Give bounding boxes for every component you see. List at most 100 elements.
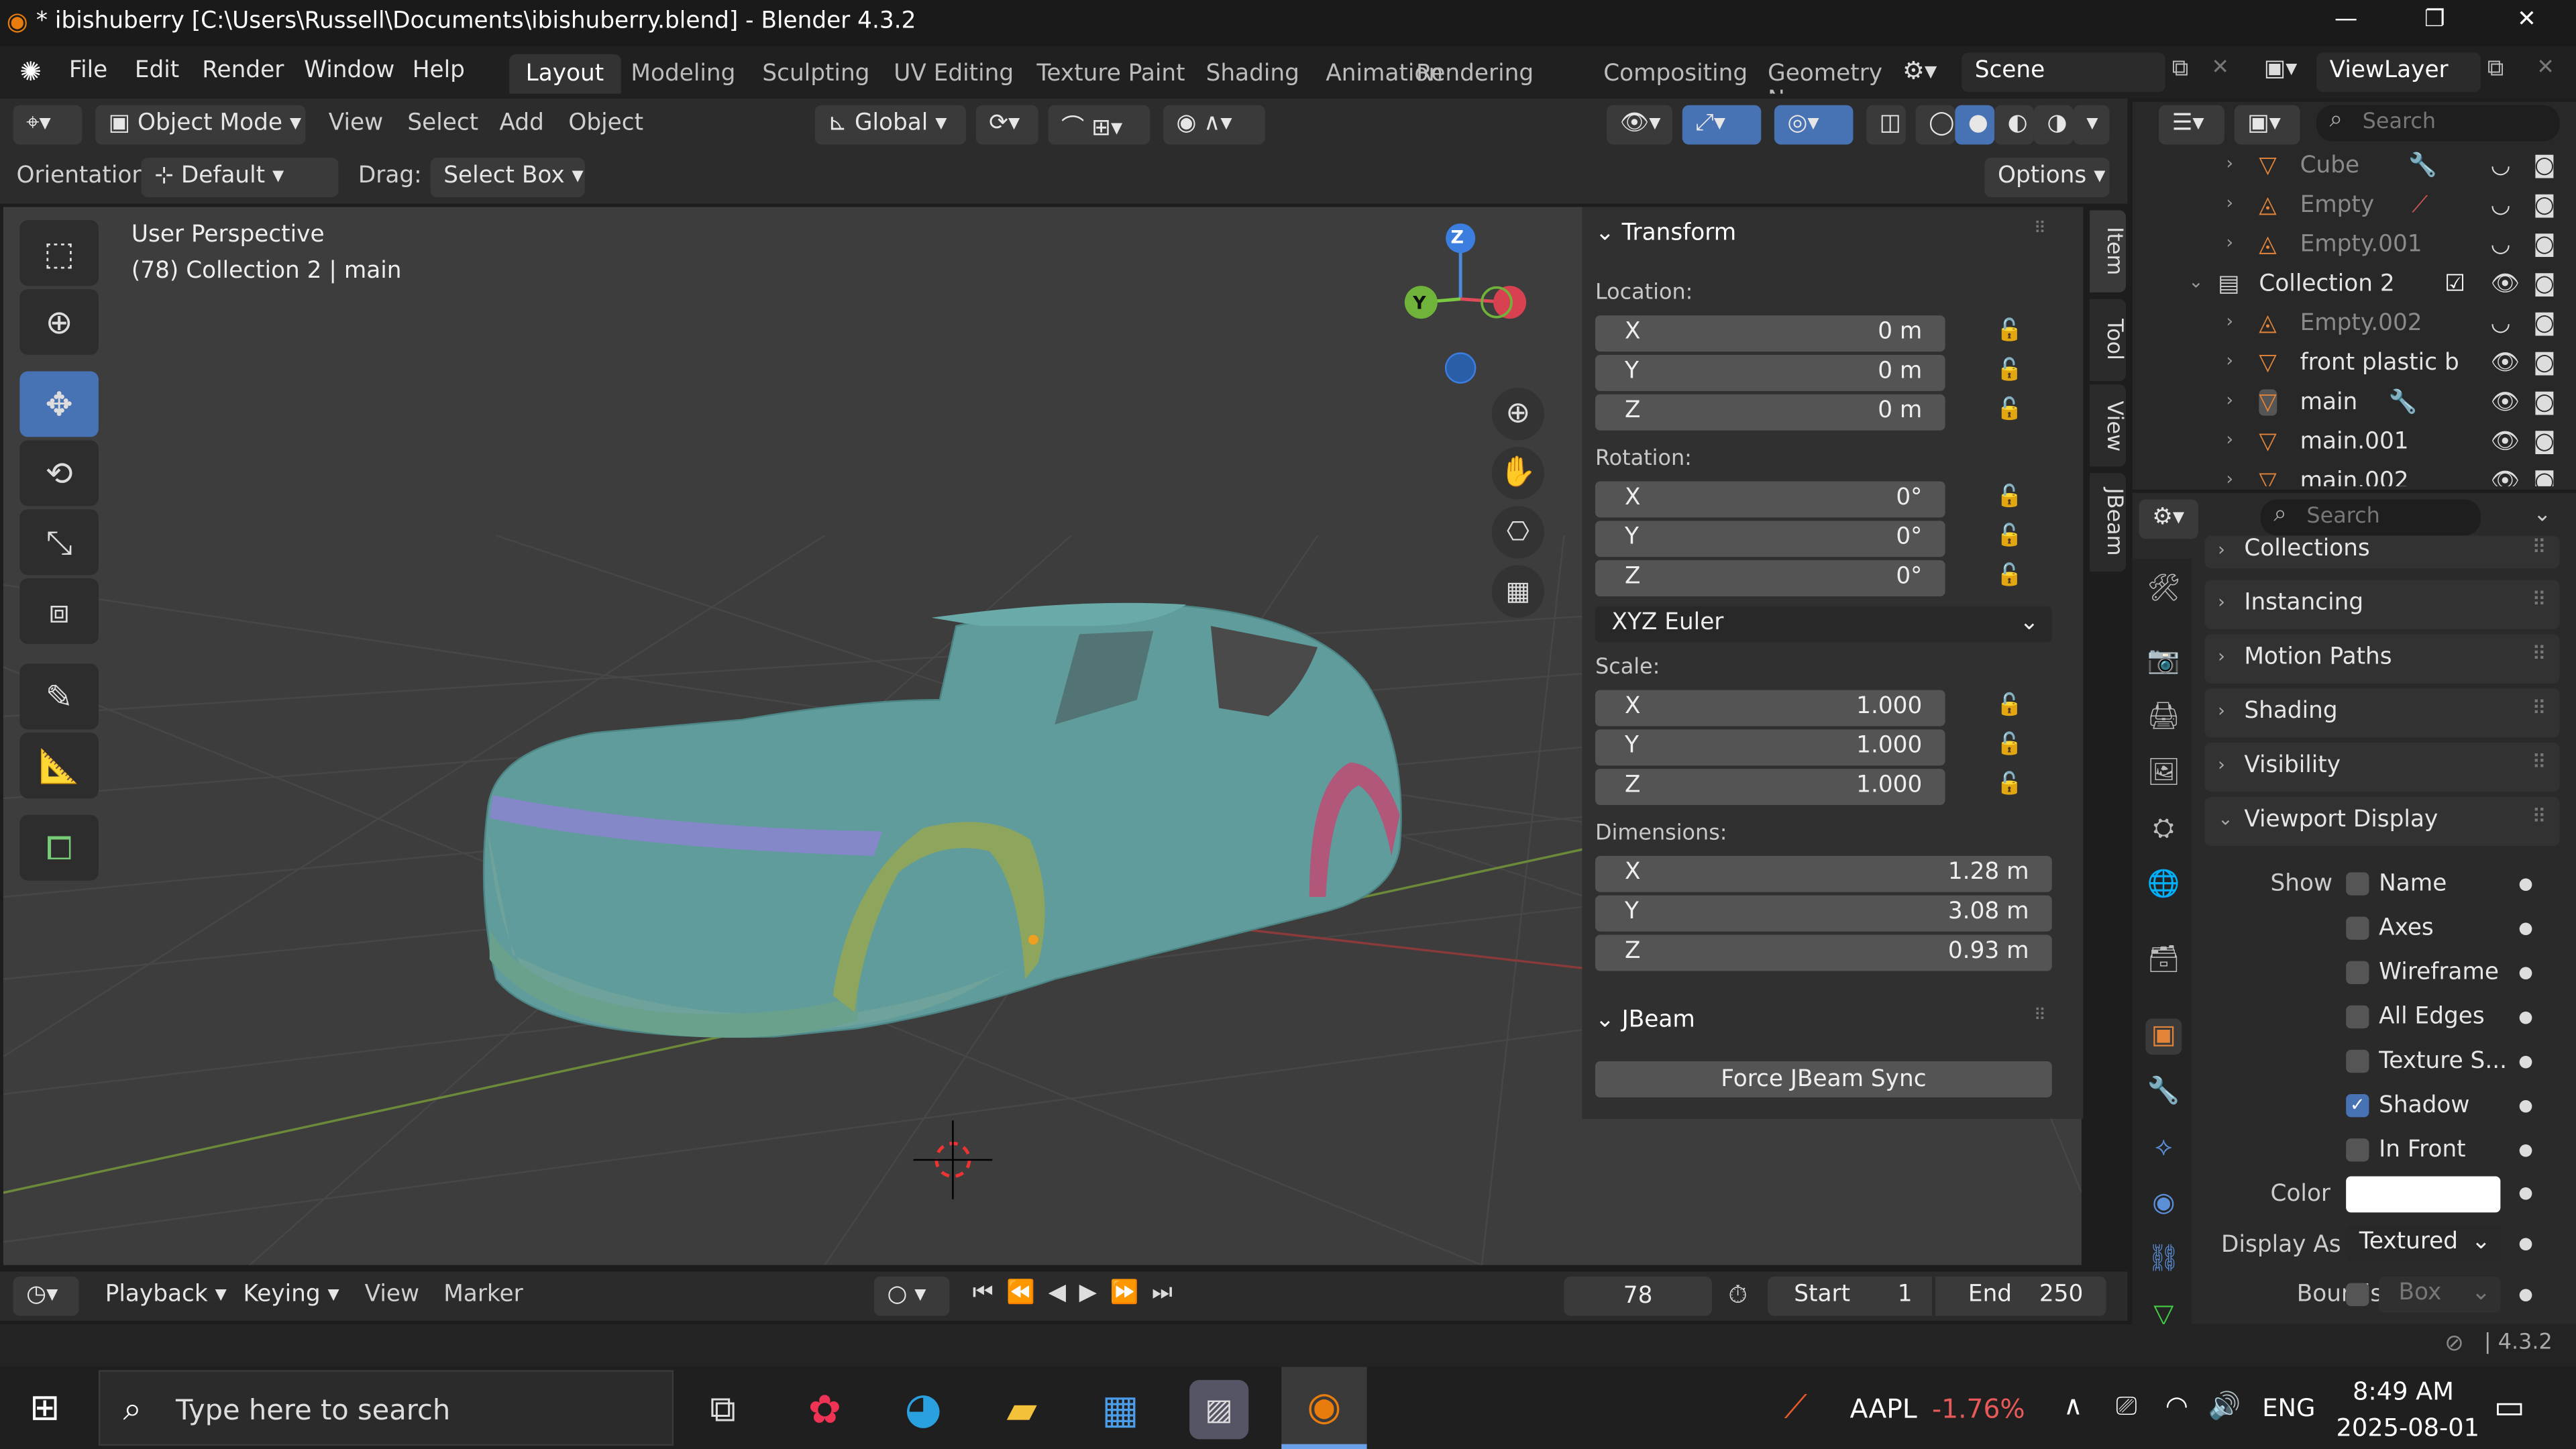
drag-handle-icon[interactable]: ⠿ [2034, 1007, 2046, 1025]
next-keyframe-icon[interactable]: ⏩ [1110, 1280, 1152, 1306]
measure-tool[interactable]: 📐 [19, 733, 99, 799]
wifi-icon[interactable]: ◠ [2165, 1390, 2188, 1421]
add-cube-tool[interactable]: ⧠ [19, 814, 99, 881]
copilot-icon[interactable]: ✿ [795, 1380, 854, 1439]
drag-handle-icon[interactable]: ⠿ [2532, 588, 2546, 611]
eye-icon[interactable]: 👁 [2491, 271, 2520, 297]
stopwatch-icon[interactable]: ⏱ [1728, 1280, 1748, 1309]
camera-icon[interactable]: ◙ [2533, 271, 2555, 297]
task-view-icon[interactable]: ⧉ [693, 1380, 752, 1439]
keyframe-dot-icon[interactable]: ● [2518, 1009, 2532, 1027]
outliner-item-front-plastic[interactable]: › ▽ front plastic b 👁 ◙ [2133, 345, 2576, 384]
menu-edit[interactable]: Edit [135, 58, 179, 84]
tab-view[interactable]: View [2090, 384, 2127, 467]
tab-rendering[interactable]: Rendering [1400, 54, 1550, 94]
language-indicator[interactable]: ENG [2262, 1393, 2315, 1423]
outliner-item-empty[interactable]: › ◬ Empty ⟋ ◡ ◙ [2133, 187, 2576, 227]
rotate-tool[interactable]: ⟲ [19, 440, 99, 506]
windows-start-icon[interactable]: ⊞ [30, 1388, 60, 1429]
wireframe-shading-button[interactable]: ◯ [1915, 105, 1955, 145]
editor-type-button[interactable]: ⌖▾ [13, 105, 83, 145]
clock-date[interactable]: 2025-08-01 [2336, 1413, 2479, 1442]
proportional-edit-toggle[interactable]: ◉ ∧▾ [1163, 105, 1265, 145]
current-frame-field[interactable]: 78 [1564, 1276, 1712, 1316]
outliner-item-main-002[interactable]: › ▽ main.002 👁 ◙ [2133, 464, 2576, 486]
dimensions-y-field[interactable]: Y 3.08 m [1595, 895, 2052, 932]
expand-icon[interactable]: › [2226, 350, 2233, 372]
scale-z-field[interactable]: Z 1.000 [1595, 769, 1945, 806]
delete-view-layer-icon[interactable]: ✕ [2536, 56, 2555, 80]
clock-time[interactable]: 8:49 AM [2353, 1377, 2454, 1406]
3d-cursor[interactable] [913, 1120, 993, 1199]
scene-selector-icon[interactable]: ⚙▾ [1902, 56, 1937, 85]
gizmo-toggle[interactable]: ⤢▾ [1682, 105, 1762, 145]
outliner-search[interactable]: ⌕ Search [2316, 105, 2560, 142]
camera-icon[interactable]: ◙ [2533, 389, 2555, 415]
camera-icon[interactable]: ◙ [2533, 193, 2555, 219]
eye-icon[interactable]: 👁 [2491, 468, 2520, 486]
camera-icon[interactable]: ◙ [2533, 231, 2555, 258]
menu-render[interactable]: Render [202, 58, 284, 84]
constraints-tab-icon[interactable]: ⛓ [2145, 1242, 2182, 1278]
timeline-editor-type-button[interactable]: ◷▾ [13, 1276, 79, 1316]
minimize-button[interactable]: — [2330, 7, 2363, 33]
shading-section[interactable]: › Shading ⠿ [2204, 688, 2560, 738]
hidden-icon[interactable]: ◡ [2491, 311, 2511, 337]
tab-sculpting[interactable]: Sculpting [746, 54, 886, 94]
tool-tab-icon[interactable]: 🛠 [2145, 572, 2182, 608]
hidden-icon[interactable]: ◡ [2491, 193, 2511, 219]
perspective-toggle-icon[interactable]: ▦ [1491, 565, 1545, 618]
transform-tool[interactable]: ⧈ [19, 578, 99, 645]
expand-icon[interactable]: › [2226, 389, 2233, 411]
menu-add[interactable]: Add [499, 110, 543, 136]
camera-icon[interactable]: ◙ [2533, 153, 2555, 179]
transform-orientation-dropdown[interactable]: ⊾ Global ▾ [814, 105, 967, 145]
outliner-item-main-001[interactable]: › ▽ main.001 👁 ◙ [2133, 424, 2576, 464]
meet-now-icon[interactable]: ⎚ [2116, 1390, 2137, 1423]
keyframe-dot-icon[interactable]: ● [2518, 875, 2532, 894]
material-shading-button[interactable]: ◐ [1994, 105, 2034, 145]
options-dropdown[interactable]: Options ▾ [1984, 158, 2110, 197]
jbeam-panel-header[interactable]: ⌄ JBeam [1595, 1007, 1695, 1033]
keying-dropdown[interactable]: Keying ▾ [230, 1277, 345, 1316]
taskbar-search[interactable]: ⌕ Type here to search [98, 1370, 674, 1446]
scale-y-field[interactable]: Y 1.000 [1595, 729, 1945, 766]
drag-handle-icon[interactable]: ⠿ [2532, 751, 2546, 773]
viewport-display-section[interactable]: ⌄ Viewport Display ⠿ [2204, 796, 2560, 847]
start-frame-field[interactable]: Start 1 [1768, 1276, 1933, 1316]
drag-handle-icon[interactable]: ⠿ [2532, 696, 2546, 719]
shadow-checkbox[interactable]: ✓ [2346, 1094, 2369, 1118]
physics-tab-icon[interactable]: ◉ [2145, 1186, 2182, 1222]
auto-keying-toggle[interactable]: ○ ▾ [873, 1276, 950, 1316]
view-layer-tab-icon[interactable]: 🖼 [2145, 756, 2182, 792]
orientation-dropdown[interactable]: ⊹ Default ▾ [141, 158, 339, 197]
tab-jbeam[interactable]: JBeam [2090, 473, 2127, 572]
keyframe-dot-icon[interactable]: ● [2518, 1287, 2532, 1305]
rotation-z-field[interactable]: Z 0° [1595, 560, 1945, 596]
menu-view[interactable]: View [329, 110, 383, 136]
outliner-item-empty-002[interactable]: › ◬ Empty.002 ◡ ◙ [2133, 306, 2576, 345]
scale-tool[interactable]: ⤡ [19, 509, 99, 576]
render-tab-icon[interactable]: 📷 [2145, 644, 2182, 680]
checkbox-icon[interactable]: ☑ [2445, 271, 2465, 297]
pivot-dropdown[interactable]: ⟳▾ [975, 105, 1038, 145]
rotation-y-field[interactable]: Y 0° [1595, 521, 1945, 557]
delete-scene-icon[interactable]: ✕ [2211, 56, 2229, 80]
lock-icon[interactable]: 🔓 [1996, 524, 2023, 549]
timeline-menu-view[interactable]: View [365, 1281, 419, 1307]
snap-toggle[interactable]: ⌒ ⊞▾ [1048, 105, 1150, 145]
tab-shading[interactable]: Shading [1189, 54, 1316, 94]
modifier-tab-icon[interactable]: 🔧 [2145, 1075, 2182, 1111]
overlays-toggle[interactable]: ◎▾ [1774, 105, 1854, 145]
new-scene-icon[interactable]: ⧉ [2172, 56, 2188, 82]
blender-taskbar-icon[interactable]: ◉ [1281, 1366, 1367, 1449]
collections-section[interactable]: › Collections ⠿ [2204, 535, 2560, 569]
mode-dropdown[interactable]: ▣ Object Mode ▾ [95, 105, 306, 145]
scene-field[interactable]: Scene [1962, 52, 2165, 93]
stock-symbol[interactable]: AAPL [1850, 1393, 1917, 1425]
playback-dropdown[interactable]: Playback ▾ [92, 1277, 227, 1316]
lock-icon[interactable]: 🔓 [1996, 772, 2023, 797]
rotation-x-field[interactable]: X 0° [1595, 481, 1945, 518]
tab-item[interactable]: Item [2090, 210, 2127, 292]
texture-space-checkbox[interactable] [2346, 1049, 2369, 1073]
